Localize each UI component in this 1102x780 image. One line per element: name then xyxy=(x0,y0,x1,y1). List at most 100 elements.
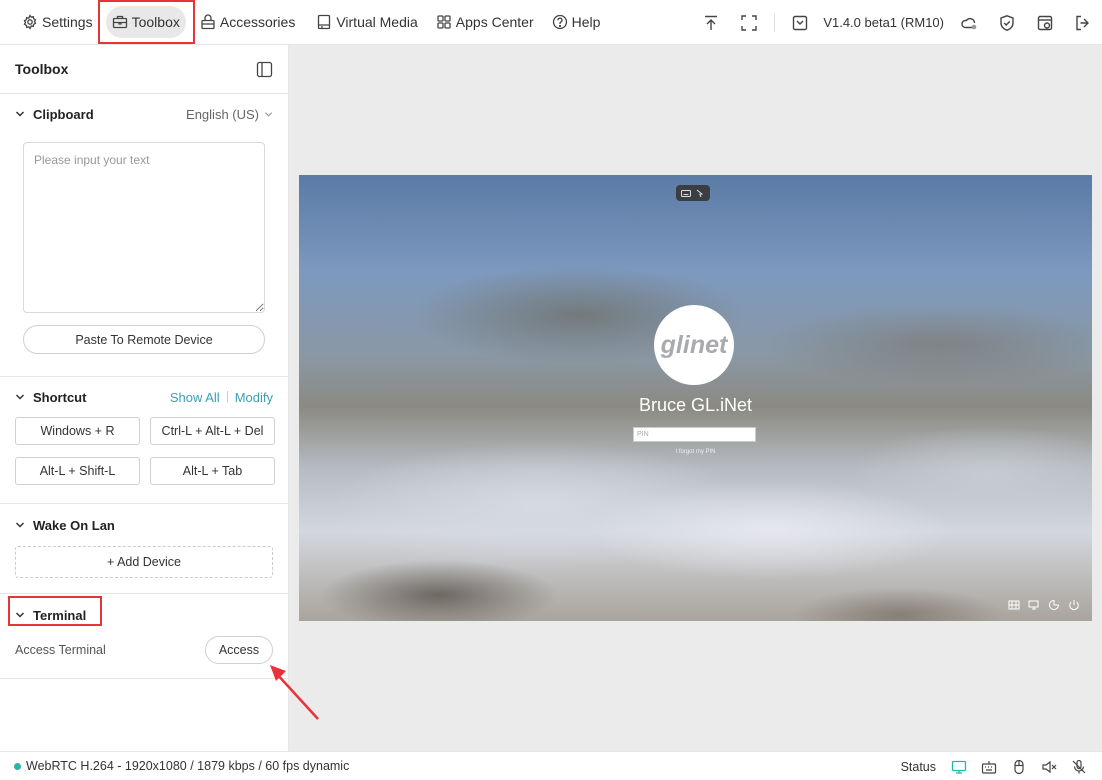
keyboard-icon xyxy=(981,760,997,774)
add-device-button[interactable]: + Add Device xyxy=(15,546,273,578)
terminal-title: Terminal xyxy=(33,607,87,623)
nav-accessories[interactable]: Accessories xyxy=(194,6,301,38)
shortcut-alt-shift-button[interactable]: Alt-L + Shift-L xyxy=(15,457,140,485)
sidebar-toggle-icon xyxy=(256,61,273,77)
shortcut-alt-tab-button[interactable]: Alt-L + Tab xyxy=(150,457,275,485)
fullscreen-button[interactable] xyxy=(739,13,759,33)
shield-check-icon xyxy=(1000,14,1014,31)
nav-help[interactable]: Help xyxy=(546,6,607,38)
logout-button[interactable] xyxy=(1073,13,1093,33)
remote-desktop-screen[interactable]: glinet Bruce GL.iNet PIN I forgot my PIN xyxy=(299,175,1092,621)
shortcut-section: Shortcut Show All Modify Windows + R Ctr… xyxy=(0,377,288,504)
cloud-button[interactable] xyxy=(959,13,979,33)
terminal-header[interactable]: Terminal xyxy=(15,594,273,636)
forgot-pin-link[interactable]: I forgot my PIN xyxy=(299,449,1092,455)
shortcut-grid: Windows + R Ctrl-L + Alt-L + Del Alt-L +… xyxy=(15,417,275,503)
login-system-icons xyxy=(1000,599,1080,611)
clipboard-textarea[interactable] xyxy=(23,142,265,313)
top-right-toolbar: V1.4.0 beta1 (RM10) xyxy=(692,0,1102,45)
stream-info: WebRTC H.264 - 1920x1080 / 1879 kbps / 6… xyxy=(26,759,350,773)
audio-mute-button[interactable] xyxy=(1040,758,1058,776)
upload-button[interactable] xyxy=(701,13,721,33)
shortcut-links: Show All Modify xyxy=(170,390,273,405)
speaker-muted-icon xyxy=(1042,760,1057,773)
cloud-icon xyxy=(961,17,977,29)
avatar-logo-text: glinet xyxy=(660,331,729,359)
fullscreen-icon xyxy=(741,14,758,31)
chevron-down-icon xyxy=(15,394,25,400)
display-status-button[interactable] xyxy=(950,758,968,776)
link-divider xyxy=(226,391,228,403)
language-select[interactable]: English (US) xyxy=(186,107,273,122)
firmware-button[interactable] xyxy=(790,13,810,33)
modify-link[interactable]: Modify xyxy=(235,390,273,405)
status-bar: WebRTC H.264 - 1920x1080 / 1879 kbps / 6… xyxy=(0,751,1102,780)
nav-apps-center-label: Apps Center xyxy=(455,14,534,30)
nav-toolbox-label: Toolbox xyxy=(131,14,180,30)
collapse-sidebar-button[interactable] xyxy=(256,61,273,78)
status-bar-controls: Status xyxy=(901,752,1094,780)
nav-settings[interactable]: Settings xyxy=(16,6,99,38)
paste-to-remote-button[interactable]: Paste To Remote Device xyxy=(23,325,265,354)
keyboard-icon xyxy=(681,189,691,197)
network-button[interactable] xyxy=(1028,599,1040,611)
power-icon xyxy=(1069,600,1079,611)
power-button[interactable] xyxy=(1068,599,1080,611)
shortcut-title: Shortcut xyxy=(33,389,87,405)
terminal-row: Access Terminal Access xyxy=(15,636,273,678)
mouse-icon xyxy=(1014,759,1024,774)
upload-icon xyxy=(705,15,718,30)
toolbox-icon xyxy=(112,15,127,29)
accessibility-button[interactable] xyxy=(1048,599,1060,611)
microphone-mute-button[interactable] xyxy=(1070,758,1088,776)
shortcut-header[interactable]: Shortcut Show All Modify xyxy=(15,377,273,417)
remote-control-pill[interactable] xyxy=(676,185,710,201)
status-label: Status xyxy=(900,759,936,774)
security-button[interactable] xyxy=(997,13,1017,33)
help-icon xyxy=(552,14,567,30)
chevron-down-icon xyxy=(264,111,273,117)
monitor-icon xyxy=(951,760,967,774)
remote-user-name: Bruce GL.iNet xyxy=(638,395,753,415)
firmware-icon xyxy=(793,15,808,30)
settings-icon xyxy=(23,14,37,30)
toolbox-sidebar: Toolbox Clipboard English (US) Paste To … xyxy=(0,45,289,751)
accessories-icon xyxy=(201,14,215,30)
nav-virtual-media-label: Virtual Media xyxy=(336,14,418,30)
show-all-link[interactable]: Show All xyxy=(170,390,220,405)
chevron-down-icon xyxy=(15,522,25,528)
chevron-down-icon xyxy=(15,111,25,117)
keyboard-status-button[interactable] xyxy=(980,758,998,776)
history-button[interactable] xyxy=(1035,13,1055,33)
network-icon xyxy=(1028,600,1039,610)
sidebar-header: Toolbox xyxy=(0,45,288,94)
nav-virtual-media[interactable]: Virtual Media xyxy=(310,6,423,38)
wake-on-lan-header[interactable]: Wake On Lan xyxy=(15,504,273,546)
nav-toolbox[interactable]: Toolbox xyxy=(105,6,186,38)
glinet-logo-icon: glinet xyxy=(660,331,729,359)
wake-on-lan-section: Wake On Lan + Add Device xyxy=(0,504,288,594)
shortcut-windows-r-button[interactable]: Windows + R xyxy=(15,417,140,445)
language-button[interactable] xyxy=(1008,599,1020,611)
microphone-muted-icon xyxy=(1072,759,1086,773)
remote-view-area: glinet Bruce GL.iNet PIN I forgot my PIN xyxy=(289,45,1102,751)
nav-apps-center[interactable]: Apps Center xyxy=(430,6,540,38)
nav-settings-label: Settings xyxy=(42,14,93,30)
clipboard-section: Clipboard English (US) Paste To Remote D… xyxy=(0,94,288,377)
divider xyxy=(774,13,776,32)
chevron-down-icon xyxy=(15,612,25,618)
wake-on-lan-title: Wake On Lan xyxy=(33,517,115,533)
top-navigation-bar: Settings Toolbox Accessories Virtual Med… xyxy=(0,0,1102,45)
clipboard-header[interactable]: Clipboard English (US) xyxy=(15,94,273,134)
pointer-icon xyxy=(696,189,704,197)
language-icon xyxy=(1008,600,1020,610)
clipboard-title: Clipboard xyxy=(33,106,94,122)
mouse-status-button[interactable] xyxy=(1010,758,1028,776)
apps-center-icon xyxy=(437,15,451,29)
access-terminal-button[interactable]: Access xyxy=(205,636,273,664)
nav-help-label: Help xyxy=(571,14,601,30)
sidebar-title: Toolbox xyxy=(15,61,69,77)
history-icon xyxy=(1037,15,1053,30)
pin-input[interactable]: PIN xyxy=(633,427,756,442)
shortcut-ctrl-alt-del-button[interactable]: Ctrl-L + Alt-L + Del xyxy=(150,417,275,445)
